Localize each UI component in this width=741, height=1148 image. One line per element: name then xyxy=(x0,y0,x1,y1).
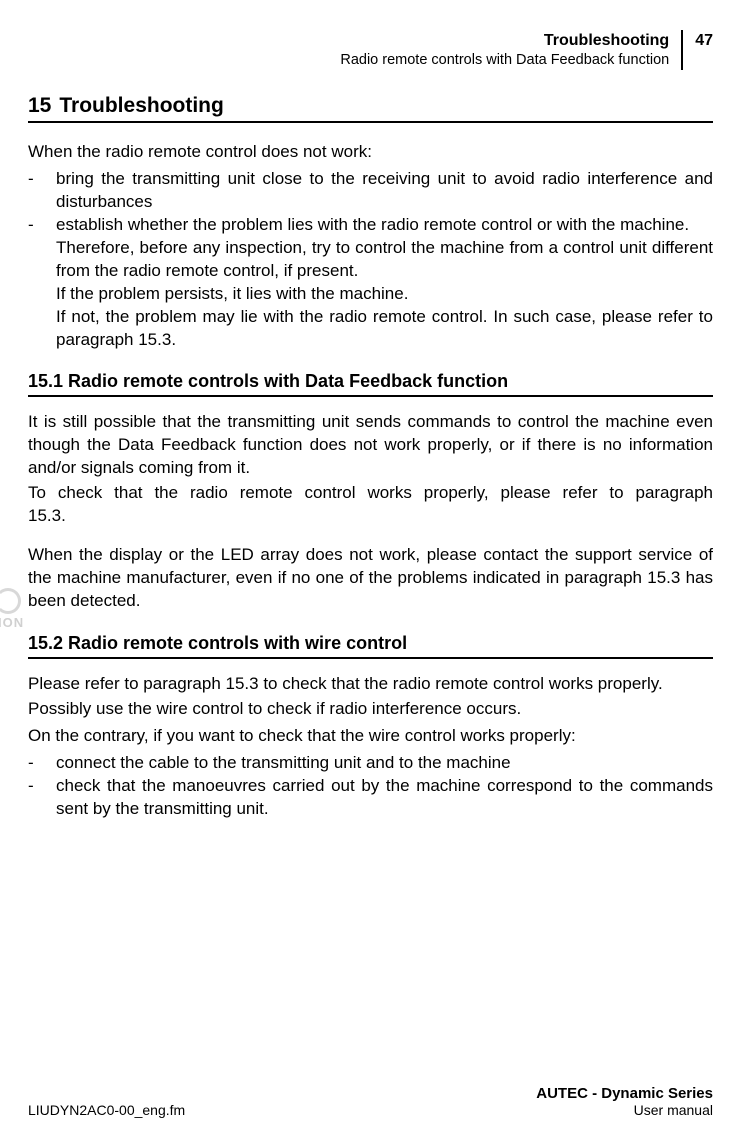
footer-series: AUTEC - Dynamic Series xyxy=(536,1085,713,1102)
paragraph: Possibly use the wire control to check i… xyxy=(28,698,713,721)
list-item: - check that the manoeuvres carried out … xyxy=(28,775,713,821)
list-bullet: - xyxy=(28,168,56,214)
paragraph: When the display or the LED array does n… xyxy=(28,544,713,613)
paragraph: Please refer to paragraph 15.3 to check … xyxy=(28,673,713,696)
list-bullet: - xyxy=(28,214,56,237)
list-continuation: If not, the problem may lie with the rad… xyxy=(56,306,713,352)
footer-filename: LIUDYN2AC0-00_eng.fm xyxy=(28,1102,185,1118)
list-content: establish whether the problem lies with … xyxy=(56,214,713,237)
page-header: Troubleshooting Radio remote controls wi… xyxy=(28,30,713,70)
list-content: connect the cable to the transmitting un… xyxy=(56,752,713,775)
list-continuation: Therefore, before any inspection, try to… xyxy=(56,237,713,283)
header-title: Troubleshooting xyxy=(340,32,669,50)
list-bullet: - xyxy=(28,752,56,775)
list-bullet: - xyxy=(28,775,56,821)
paragraph: To check that the radio remote control w… xyxy=(28,482,713,528)
list-item: - establish whether the problem lies wit… xyxy=(28,214,713,237)
list-content: check that the manoeuvres carried out by… xyxy=(56,775,713,821)
footer-manual: User manual xyxy=(536,1102,713,1118)
page-footer: LIUDYN2AC0-00_eng.fm AUTEC - Dynamic Ser… xyxy=(28,1085,713,1118)
list-continuation: If the problem persists, it lies with th… xyxy=(56,283,713,306)
page-number: 47 xyxy=(683,30,713,50)
list-item: - connect the cable to the transmitting … xyxy=(28,752,713,775)
list-item: - bring the transmitting unit close to t… xyxy=(28,168,713,214)
troubleshoot-list: - bring the transmitting unit close to t… xyxy=(28,168,713,352)
subsection-heading-2: 15.2 Radio remote controls with wire con… xyxy=(28,633,713,659)
section-heading: 15 Troubleshooting xyxy=(28,94,713,123)
watermark-circle-icon xyxy=(0,588,21,614)
header-text-block: Troubleshooting Radio remote controls wi… xyxy=(340,30,683,70)
subsection-heading-1: 15.1 Radio remote controls with Data Fee… xyxy=(28,371,713,397)
header-subtitle: Radio remote controls with Data Feedback… xyxy=(340,52,669,68)
watermark-text: ION xyxy=(0,615,24,630)
footer-right-block: AUTEC - Dynamic Series User manual xyxy=(536,1085,713,1118)
section-title: Troubleshooting xyxy=(59,94,223,118)
section-number: 15 xyxy=(28,94,51,118)
wire-control-list: - connect the cable to the transmitting … xyxy=(28,752,713,821)
paragraph: On the contrary, if you want to check th… xyxy=(28,725,713,748)
list-content: bring the transmitting unit close to the… xyxy=(56,168,713,214)
intro-text: When the radio remote control does not w… xyxy=(28,141,713,164)
paragraph: It is still possible that the transmitti… xyxy=(28,411,713,480)
